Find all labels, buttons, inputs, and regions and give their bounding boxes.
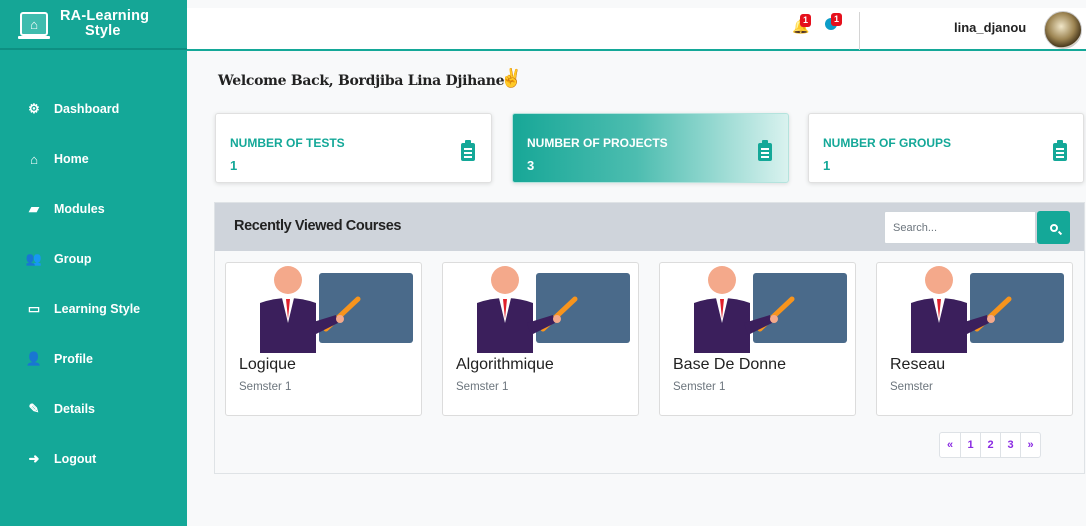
sidebar-item-group[interactable]: 👥 Group <box>0 234 187 284</box>
users-icon: 👥 <box>25 251 43 266</box>
course-title: Base De Donne <box>673 356 786 373</box>
sidebar: ⌂ RA-Learning Style ⚙ Dashboard ⌂ Home ▰ Mo… <box>0 0 187 526</box>
pagination-page-2[interactable]: 2 <box>980 433 1000 457</box>
course-title: Logique <box>239 356 296 373</box>
stat-card-tests[interactable]: NUMBER OF TESTS 1 <box>215 113 492 183</box>
course-semester: Semster 1 <box>673 381 726 393</box>
teacher-illustration-icon <box>911 266 1064 353</box>
stat-value: 1 <box>823 158 831 173</box>
course-title: Algorithmique <box>456 356 554 373</box>
teacher-illustration-icon <box>260 266 413 353</box>
course-semester: Semster <box>890 381 933 393</box>
brand-title-line1: RA-Learning <box>60 8 150 24</box>
sidebar-item-logout[interactable]: ➜ Logout <box>0 434 187 484</box>
stat-label: NUMBER OF PROJECTS <box>527 136 668 150</box>
sidebar-item-label: Profile <box>54 352 93 366</box>
pagination: « 1 2 3 » <box>939 432 1041 458</box>
home-icon: ⌂ <box>30 151 38 167</box>
search-icon <box>1049 223 1058 232</box>
welcome-heading: Welcome Back, Bordjiba Lina Djihane <box>218 73 505 89</box>
laptop-home-logo-icon: ⌂ <box>18 12 50 39</box>
edit-icon: ✎ <box>28 401 40 416</box>
stat-value: 1 <box>230 158 238 173</box>
course-card[interactable]: Reseau Semster <box>876 262 1073 416</box>
clipboard-list-icon <box>1053 140 1067 161</box>
notifications-badge: 1 <box>800 14 812 27</box>
panel-title: Recently Viewed Courses <box>234 218 402 234</box>
course-card[interactable]: Logique Semster 1 <box>225 262 422 416</box>
laptop-icon: ▭ <box>27 301 41 316</box>
course-semester: Semster 1 <box>456 381 509 393</box>
user-cog-icon: 👤 <box>25 351 43 366</box>
sidebar-item-label: Learning Style <box>54 302 141 316</box>
messages-button[interactable]: 1 <box>825 13 843 30</box>
clipboard-list-icon <box>758 140 772 161</box>
sidebar-item-home[interactable]: ⌂ Home <box>0 134 187 184</box>
sign-out-icon: ➜ <box>28 451 40 466</box>
brand-title: RA-Learning Style <box>60 9 149 39</box>
pagination-page-3[interactable]: 3 <box>1000 433 1020 457</box>
stat-label: NUMBER OF GROUPS <box>823 136 952 150</box>
brand-title-line2: Style <box>85 23 121 39</box>
messages-badge: 1 <box>831 13 843 26</box>
recent-courses-panel: Recently Viewed Courses Logique Semster … <box>214 202 1085 474</box>
stat-card-projects[interactable]: NUMBER OF PROJECTS 3 <box>512 113 789 183</box>
sidebar-item-label: Dashboard <box>54 102 120 116</box>
sidebar-item-details[interactable]: ✎ Details <box>0 384 187 434</box>
sidebar-item-dashboard[interactable]: ⚙ Dashboard <box>0 84 187 134</box>
course-title: Reseau <box>890 356 946 373</box>
username[interactable]: lina_djanou <box>954 20 1026 35</box>
stat-card-groups[interactable]: NUMBER OF GROUPS 1 <box>808 113 1084 183</box>
pagination-prev[interactable]: « <box>940 433 960 457</box>
victory-hand-icon: ✌ <box>500 68 523 88</box>
top-navbar: 🔔 1 1 lina_djanou <box>187 8 1086 51</box>
sidebar-item-learning-style[interactable]: ▭ Learning Style <box>0 284 187 334</box>
sidebar-item-label: Home <box>54 152 89 166</box>
course-semester: Semster 1 <box>239 381 292 393</box>
sidebar-item-profile[interactable]: 👤 Profile <box>0 334 187 384</box>
stat-label: NUMBER OF TESTS <box>230 136 345 150</box>
panel-header: Recently Viewed Courses <box>215 203 1084 251</box>
pagination-page-1[interactable]: 1 <box>960 433 980 457</box>
avatar[interactable] <box>1044 11 1082 49</box>
notifications-button[interactable]: 🔔 1 <box>792 14 812 35</box>
topbar-divider <box>859 12 860 50</box>
dashboard-icon: ⚙ <box>28 101 40 116</box>
course-card[interactable]: Base De Donne Semster 1 <box>659 262 856 416</box>
pagination-next[interactable]: » <box>1020 433 1040 457</box>
sidebar-item-label: Modules <box>54 202 105 216</box>
sidebar-nav: ⚙ Dashboard ⌂ Home ▰ Modules 👥 Group ▭ Learni… <box>0 84 187 484</box>
sidebar-item-modules[interactable]: ▰ Modules <box>0 184 187 234</box>
teacher-illustration-icon <box>477 266 630 353</box>
sidebar-item-label: Details <box>54 402 95 416</box>
book-icon: ▰ <box>29 201 39 216</box>
sidebar-item-label: Group <box>54 252 92 266</box>
search-button[interactable] <box>1037 211 1070 244</box>
stat-value: 3 <box>527 158 535 173</box>
sidebar-item-label: Logout <box>54 452 97 466</box>
search-input[interactable] <box>884 211 1036 244</box>
brand[interactable]: ⌂ RA-Learning Style <box>0 0 187 50</box>
clipboard-list-icon <box>461 140 475 161</box>
teacher-illustration-icon <box>694 266 847 353</box>
course-card[interactable]: Algorithmique Semster 1 <box>442 262 639 416</box>
